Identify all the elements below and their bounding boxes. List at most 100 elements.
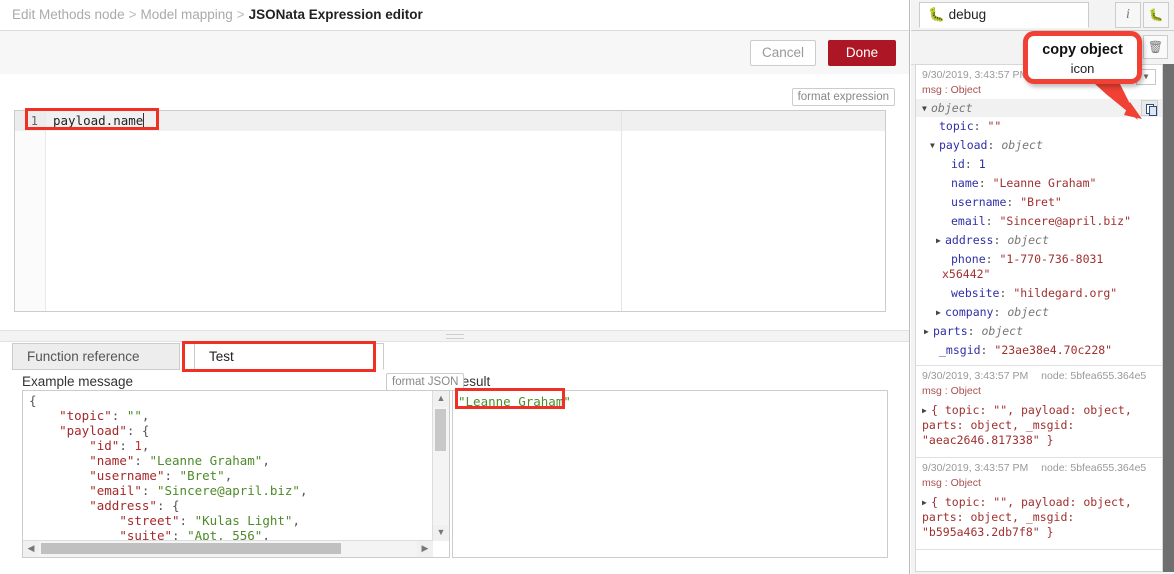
- tab-function-reference[interactable]: Function reference: [12, 343, 180, 370]
- scroll-right-arrow-icon[interactable]: ▶: [417, 541, 433, 557]
- example-message-json: { "topic": "", "payload": { "id": 1, "na…: [29, 393, 431, 548]
- debug-property-row[interactable]: ▼ payload: object: [916, 136, 1162, 155]
- property-value: "": [987, 119, 1002, 133]
- editor-code-text: payload.name: [53, 113, 144, 128]
- result-box: "Leanne Graham": [452, 390, 888, 558]
- info-icon[interactable]: i: [1115, 2, 1141, 28]
- debug-timestamp: 9/30/2019, 3:43:57 PM: [922, 370, 1029, 382]
- debug-message-meta: 9/30/2019, 3:43:57 PM node: 5bfea655.364…: [916, 462, 1162, 475]
- scrollbar-thumb[interactable]: [41, 543, 341, 554]
- trash-icon[interactable]: 🗑: [1143, 35, 1168, 59]
- breadcrumb-item-edit-methods-node[interactable]: Edit Methods node: [12, 7, 125, 22]
- sidebar-header: 🐛 debug i 🐛: [911, 0, 1174, 31]
- debug-property-row: website: "hildegard.org": [951, 286, 1118, 300]
- debug-property-row[interactable]: ▶ company: object: [916, 303, 1162, 322]
- cancel-button[interactable]: Cancel: [750, 40, 816, 66]
- example-vertical-scrollbar[interactable]: ▲ ▼: [432, 391, 449, 541]
- expand-arrow-icon[interactable]: ▶: [936, 305, 945, 320]
- example-horizontal-scrollbar[interactable]: ◀ ▶: [23, 540, 433, 557]
- debug-root-label: object: [931, 101, 973, 115]
- debug-inline-row[interactable]: ▶{ topic: "", payload: object, parts: ob…: [916, 492, 1162, 544]
- tab-debug[interactable]: 🐛 debug: [919, 2, 1089, 28]
- text-caret: [143, 113, 145, 127]
- bug-icon[interactable]: 🐛: [1143, 2, 1169, 28]
- debug-timestamp: 9/30/2019, 3:43:57 PM: [922, 462, 1029, 474]
- property-name: website: [951, 286, 1000, 300]
- property-name: username: [951, 195, 1007, 209]
- collapse-arrow-icon[interactable]: ▼: [930, 138, 939, 153]
- debug-property-row: name: "Leanne Graham": [951, 176, 1097, 190]
- expand-arrow-icon[interactable]: ▶: [922, 403, 931, 418]
- breadcrumb-item-jsonata-expression-editor: JSONata Expression editor: [248, 7, 423, 22]
- panel-split-handle[interactable]: [0, 330, 909, 342]
- debug-inline-preview: { topic: "", payload: object, parts: obj…: [922, 495, 1132, 539]
- property-value: "Bret": [1020, 195, 1062, 209]
- property-name: phone: [951, 252, 986, 266]
- property-value: "Leanne Graham": [992, 176, 1097, 190]
- editor-active-line-highlight: [46, 111, 885, 131]
- jsonata-expression-editor-screen: Edit Methods node > Model mapping > JSONata …: [0, 0, 1174, 574]
- callout-copy-object-icon: copy object icon: [1023, 31, 1142, 84]
- property-value: "Sincere@april.biz": [999, 214, 1132, 228]
- expand-arrow-icon[interactable]: ▶: [936, 233, 945, 248]
- breadcrumb-separator: >: [128, 7, 137, 22]
- json-line: "street": "Kulas Light",: [119, 513, 300, 528]
- scroll-down-arrow-icon[interactable]: ▼: [433, 525, 449, 541]
- expand-arrow-icon[interactable]: ▶: [922, 495, 931, 510]
- property-value: object: [1001, 138, 1043, 152]
- json-line: "address": {: [89, 498, 180, 513]
- property-name: company: [945, 305, 994, 319]
- expression-editor-section: format expression 1 payload.name: [0, 74, 909, 328]
- test-panel: Example message Result { "topic": "", "p…: [0, 370, 909, 574]
- json-line: "email": "Sincere@april.biz",: [89, 483, 308, 498]
- debug-property-row: username: "Bret": [951, 195, 1062, 209]
- debug-message-list[interactable]: 9/30/2019, 3:43:57 PM ▼ msg : Object ▼ ob…: [915, 64, 1163, 572]
- tab-debug-label: debug: [948, 7, 987, 22]
- property-value: 1: [978, 157, 986, 171]
- property-name: topic: [939, 119, 974, 133]
- debug-property-row: id: 1: [951, 157, 986, 171]
- result-value: "Leanne Graham": [458, 394, 571, 409]
- action-bar: Cancel Done: [0, 31, 909, 75]
- done-button[interactable]: Done: [828, 40, 896, 66]
- tab-test[interactable]: Test: [194, 343, 384, 370]
- main-pane: Edit Methods node > Model mapping > JSONata …: [0, 0, 910, 574]
- json-line: "name": "Leanne Graham",: [89, 453, 270, 468]
- debug-node-id: node: 5bfea655.364e5: [1041, 370, 1147, 382]
- debug-property-row[interactable]: ▶ address: object: [916, 231, 1162, 250]
- debug-property-row: phone: "1-770-736-8031 x56442": [942, 252, 1104, 281]
- format-expression-button[interactable]: format expression: [791, 88, 895, 106]
- property-name: parts: [933, 324, 968, 338]
- breadcrumb-item-model-mapping[interactable]: Model mapping: [140, 7, 232, 22]
- property-name: payload: [939, 138, 988, 152]
- scroll-up-arrow-icon[interactable]: ▲: [433, 391, 449, 407]
- format-json-button[interactable]: format JSON: [386, 373, 465, 391]
- split-grip-icon: [445, 334, 464, 339]
- example-message-editor[interactable]: { "topic": "", "payload": { "id": 1, "na…: [22, 390, 450, 558]
- property-name: _msgid: [939, 343, 981, 357]
- scroll-left-arrow-icon[interactable]: ◀: [23, 541, 39, 557]
- debug-message-type: msg : Object: [922, 385, 981, 397]
- debug-property-row: email: "Sincere@april.biz": [951, 214, 1132, 228]
- debug-property-row[interactable]: ▶ parts: object: [916, 322, 1162, 341]
- json-line: "topic": "",: [59, 408, 150, 423]
- breadcrumb-separator: >: [236, 7, 245, 22]
- property-value: object: [1007, 233, 1049, 247]
- debug-timestamp: 9/30/2019, 3:43:57 PM: [922, 69, 1029, 81]
- editor-print-margin: [621, 111, 622, 311]
- debug-inline-preview: { topic: "", payload: object, parts: obj…: [922, 403, 1132, 447]
- debug-message-type: msg : Object: [922, 477, 981, 489]
- debug-inline-row[interactable]: ▶{ topic: "", payload: object, parts: ob…: [916, 400, 1162, 452]
- debug-list-scrollbar[interactable]: [1163, 64, 1174, 572]
- debug-node-id: node: 5bfea655.364e5: [1041, 462, 1147, 474]
- collapse-arrow-icon[interactable]: ▼: [922, 104, 931, 113]
- expression-code-editor[interactable]: 1 payload.name: [14, 110, 886, 312]
- lower-tab-bar: Function reference Test: [12, 343, 752, 370]
- property-value: "hildegard.org": [1013, 286, 1118, 300]
- callout-line-2: icon: [1070, 61, 1095, 76]
- property-name: name: [951, 176, 979, 190]
- scrollbar-thumb[interactable]: [435, 409, 446, 451]
- bug-icon: 🐛: [928, 7, 945, 22]
- expand-arrow-icon[interactable]: ▶: [924, 324, 933, 339]
- debug-message: 9/30/2019, 3:43:57 PM node: 5bfea655.364…: [916, 366, 1162, 458]
